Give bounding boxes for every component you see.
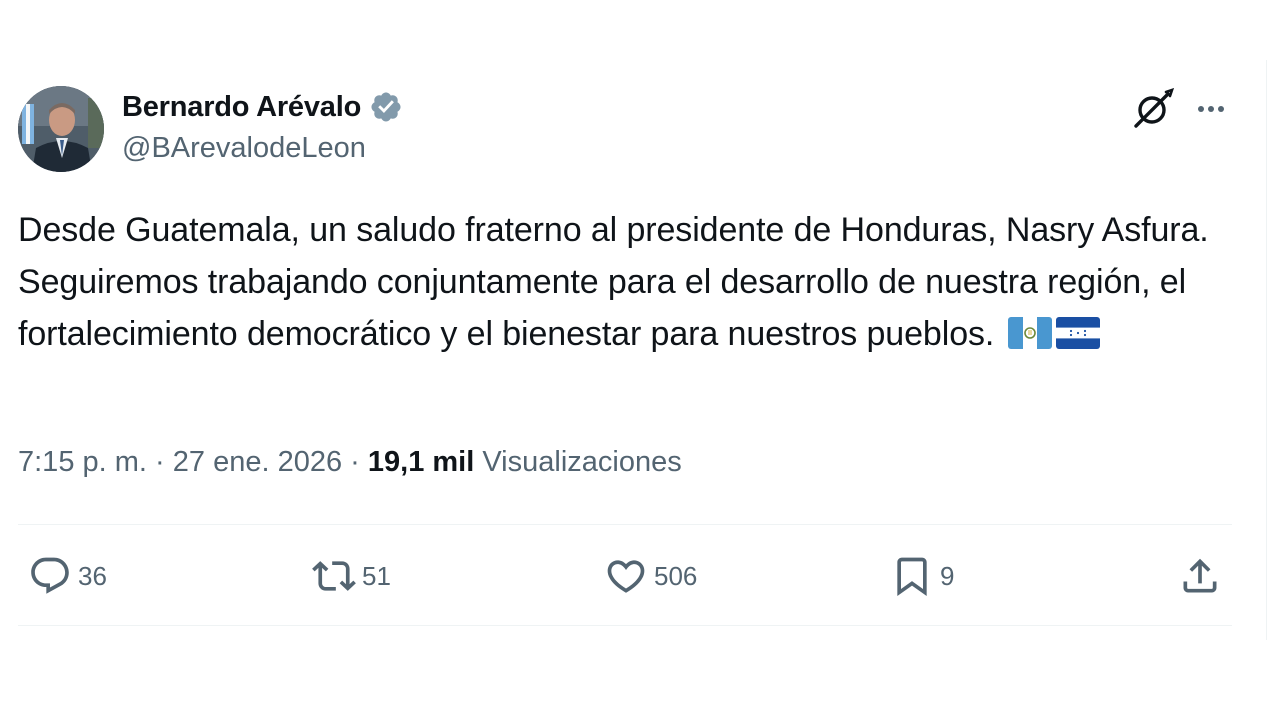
avatar-image (18, 86, 104, 172)
views-label: Visualizaciones (482, 446, 682, 478)
reply-icon (31, 557, 69, 594)
repost-icon (312, 561, 356, 591)
reply-button[interactable]: 36 (28, 554, 107, 598)
share-button[interactable] (1178, 554, 1222, 598)
bookmark-icon (897, 557, 927, 597)
avatar[interactable] (18, 86, 104, 172)
like-count: 506 (654, 560, 698, 591)
panel-edge-divider (1266, 60, 1267, 640)
views-count[interactable]: 19,1 mil (368, 446, 474, 478)
tweet-actions: 36 51 506 9 (18, 554, 1232, 604)
divider-top (18, 524, 1232, 525)
verified-badge-icon[interactable] (369, 90, 403, 124)
tweet-text: Desde Guatemala, un saludo fraterno al p… (18, 204, 1230, 360)
bookmark-count: 9 (940, 560, 955, 591)
tweet-time[interactable]: 7:15 p. m. (18, 446, 147, 478)
heart-icon (607, 560, 645, 593)
display-name[interactable]: Bernardo Arévalo (122, 91, 361, 124)
bookmark-button[interactable]: 9 (890, 554, 954, 598)
tweet-date[interactable]: 27 ene. 2026 (173, 446, 342, 478)
divider-bottom (18, 625, 1232, 626)
honduras-flag-icon (1055, 317, 1100, 350)
meta-separator: · (155, 446, 165, 478)
grok-icon[interactable] (1132, 88, 1174, 130)
reply-count: 36 (78, 560, 107, 591)
tweet-meta: 7:15 p. m. · 27 ene. 2026 · 19,1 mil Vis… (18, 446, 682, 479)
more-options-icon[interactable] (1192, 90, 1230, 128)
guatemala-flag-icon (1007, 317, 1052, 350)
share-icon (1183, 558, 1217, 593)
meta-separator: · (350, 446, 360, 478)
author-handle[interactable]: @BArevalodeLeon (122, 132, 366, 165)
name-row: Bernardo Arévalo (122, 90, 403, 124)
repost-button[interactable]: 51 (312, 554, 391, 598)
tweet-header: Bernardo Arévalo @BArevalodeLeon (18, 84, 1232, 174)
tweet-card: Bernardo Arévalo @BArevalodeLeon Desde G… (18, 84, 1232, 626)
repost-count: 51 (362, 560, 391, 591)
like-button[interactable]: 506 (604, 554, 697, 598)
